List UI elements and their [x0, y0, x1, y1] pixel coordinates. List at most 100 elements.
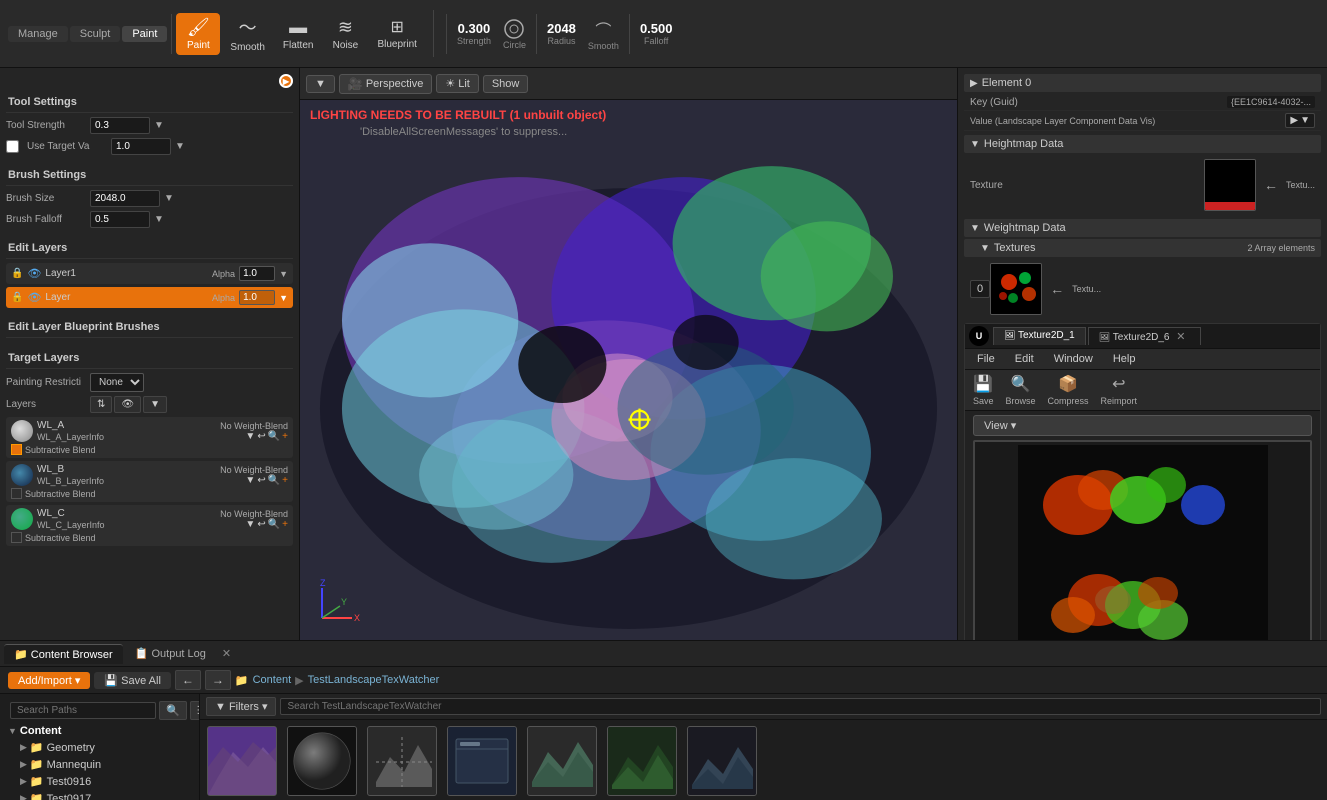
paint-btn[interactable]: 🖌 Paint — [176, 13, 220, 55]
bottom-panel-close[interactable]: ✕ — [222, 647, 231, 660]
landscape-viewport — [300, 100, 957, 640]
asset-terrain[interactable] — [366, 726, 438, 799]
tab-paint[interactable]: Paint — [122, 26, 167, 42]
brush-size-input[interactable] — [90, 190, 160, 207]
wl-b-ctrl3[interactable]: 🔍 — [268, 475, 280, 486]
asset-landscape-layer3[interactable]: Landscape Layer — [686, 726, 758, 800]
noise-btn[interactable]: ≋ Noise — [323, 13, 367, 55]
viewport-canvas[interactable]: LIGHTING NEEDS TO BE REBUILT (1 unbuilt … — [300, 100, 957, 640]
layers-arrow-icon[interactable]: ▼ — [143, 396, 167, 413]
wl-c-icon — [11, 508, 33, 530]
terrain-thumb-svg — [368, 727, 436, 795]
tex2d-menu-help[interactable]: Help — [1109, 351, 1140, 367]
tree-item-test0917[interactable]: ▶ 📁 Test0917 — [16, 790, 195, 800]
filters-btn[interactable]: ▼ Filters ▾ — [206, 697, 276, 716]
wl-a-ctrl1[interactable]: ▼ — [245, 431, 255, 442]
tree-item-test0916[interactable]: ▶ 📁 Test0916 — [16, 773, 195, 790]
asset-landscape[interactable]: Landscape — [206, 726, 278, 800]
layers-eye-icon[interactable]: 👁 — [114, 396, 141, 413]
asset-landscape-layer1[interactable]: Landscape Layer — [526, 726, 598, 800]
wl-a-ctrl2[interactable]: ↩ — [257, 431, 265, 442]
tex2d-tab2[interactable]: 🖼 Texture2D_6 ✕ — [1088, 327, 1201, 345]
wl-b-ctrl1[interactable]: ▼ — [245, 475, 255, 486]
blueprint-btn[interactable]: ⊞ Blueprint — [369, 13, 424, 54]
use-target-checkbox[interactable] — [6, 140, 19, 153]
asset-wl-a[interactable]: WL_A — [286, 726, 358, 800]
save-all-btn[interactable]: 💾 Save All — [94, 672, 171, 689]
tex2d-save-btn[interactable]: 💾 Save — [973, 374, 994, 406]
tab-output-log[interactable]: 📋 Output Log — [125, 644, 216, 663]
layer1-eye-icon[interactable]: 👁 — [27, 267, 41, 280]
tex2d-menu-window[interactable]: Window — [1050, 351, 1097, 367]
tree-item-geometry[interactable]: ▶ 📁 Geometry — [16, 739, 195, 756]
painting-restriction-select[interactable]: None — [90, 373, 144, 392]
element0-header[interactable]: ▶ Element 0 — [964, 74, 1321, 92]
wl-b-blend-checkbox[interactable] — [11, 488, 22, 499]
smooth-btn[interactable]: 〜 Smooth — [222, 10, 272, 57]
flatten-btn[interactable]: ▬ Flatten — [275, 13, 322, 55]
lit-btn[interactable]: ☀ Lit — [436, 74, 479, 93]
wl-a-ctrl3[interactable]: 🔍 — [268, 431, 280, 442]
tex2d-tab1[interactable]: 🖼 Texture2D_1 — [993, 327, 1086, 345]
tex2d-compress-btn[interactable]: 📦 Compress — [1048, 374, 1089, 406]
content-search-input[interactable] — [280, 698, 1321, 715]
textures-label: Textures — [994, 242, 1036, 254]
layers-sort-icon[interactable]: ⇅ — [90, 396, 112, 413]
wl-c-ctrl3[interactable]: 🔍 — [268, 519, 280, 530]
tab-content-browser[interactable]: 📁 Content Browser — [4, 644, 123, 664]
value-dropdown[interactable]: ▶ ▼ — [1285, 113, 1315, 128]
wl-a-ctrl4[interactable]: + — [282, 431, 288, 442]
radius-param: 2048 Radius — [541, 19, 582, 48]
layer1-alpha-input[interactable] — [239, 266, 275, 281]
layer2-eye-icon[interactable]: 👁 — [27, 291, 41, 304]
weightmap-header[interactable]: ▼ Weightmap Data — [964, 219, 1321, 237]
wl-b-ctrl2[interactable]: ↩ — [257, 475, 265, 486]
nav-fwd-btn[interactable]: → — [205, 670, 231, 690]
wl-a-blend-checkbox[interactable] — [11, 444, 22, 455]
add-import-btn[interactable]: Add/Import ▾ — [8, 672, 90, 689]
mannequin-arrow: ▶ — [20, 759, 27, 770]
search-paths-input[interactable] — [10, 702, 156, 719]
wl-a-blend-label: Subtractive Blend — [25, 445, 96, 455]
tab-manage[interactable]: Manage — [8, 26, 68, 42]
wl-c-ctrl4[interactable]: + — [282, 519, 288, 530]
wl-a-icon — [11, 420, 33, 442]
weightmap-arrow-left[interactable]: ← — [1046, 281, 1068, 297]
tree-item-content[interactable]: ▼ Content — [4, 723, 195, 739]
tex2d-tab2-close[interactable]: ✕ — [1172, 331, 1189, 343]
tree-options-btn[interactable]: ☰ — [190, 701, 200, 720]
show-btn[interactable]: Show — [483, 75, 529, 93]
tex2d-browse-btn[interactable]: 🔍 Browse — [1006, 374, 1036, 406]
path-root[interactable]: Content — [253, 674, 292, 686]
use-target-input[interactable] — [111, 138, 171, 155]
tree-item-mannequin[interactable]: ▶ 📁 Mannequin — [16, 756, 195, 773]
wl-c-ctrl2[interactable]: ↩ — [257, 519, 265, 530]
tex2d-view-btn[interactable]: View ▾ — [973, 415, 1312, 436]
wl-b-row: WL_B No Weight-Blend WL_B_LayerInfo ▼ ↩ … — [6, 461, 293, 502]
wl-b-ctrl4[interactable]: + — [282, 475, 288, 486]
target-layers-header: Target Layers — [6, 348, 293, 369]
texture-arrow-left[interactable]: ← — [1260, 177, 1282, 193]
tex2d-menu-edit[interactable]: Edit — [1011, 351, 1038, 367]
layer2-alpha-input[interactable] — [239, 290, 275, 305]
path-folder[interactable]: TestLandscapeTexWatcher — [308, 674, 440, 686]
top-toolbar: Manage Sculpt Paint 🖌 Paint 〜 Smooth ▬ F… — [0, 0, 1327, 68]
perspective-btn[interactable]: 🎥 Perspective — [339, 74, 432, 94]
heightmap-header[interactable]: ▼ Heightmap Data — [964, 135, 1321, 153]
main-area: ▶ Tool Settings Tool Strength ▼ Use Targ… — [0, 68, 1327, 640]
search-area: 🔍 ☰ — [4, 698, 195, 723]
wl-c-blend-checkbox[interactable] — [11, 532, 22, 543]
search-paths-btn[interactable]: 🔍 — [159, 701, 187, 720]
textures-subheader[interactable]: ▼ Textures 2 Array elements — [964, 239, 1321, 257]
nav-back-btn[interactable]: ← — [175, 670, 201, 690]
asset-landscape-layer2[interactable]: Landscape Layer — [606, 726, 678, 800]
asset-map-registry[interactable]: Map Build Data Registry — [446, 726, 518, 800]
tex2d-reimport-btn[interactable]: ↩ Reimport — [1101, 374, 1138, 406]
tool-strength-input[interactable] — [90, 117, 150, 134]
wl-c-ctrl1[interactable]: ▼ — [245, 519, 255, 530]
value-row: Value (Landscape Layer Component Data Vi… — [964, 111, 1321, 131]
brush-falloff-input[interactable] — [90, 211, 150, 228]
tex2d-menu-file[interactable]: File — [973, 351, 999, 367]
tab-sculpt[interactable]: Sculpt — [70, 26, 121, 42]
viewport-menu-btn[interactable]: ▼ — [306, 75, 335, 93]
